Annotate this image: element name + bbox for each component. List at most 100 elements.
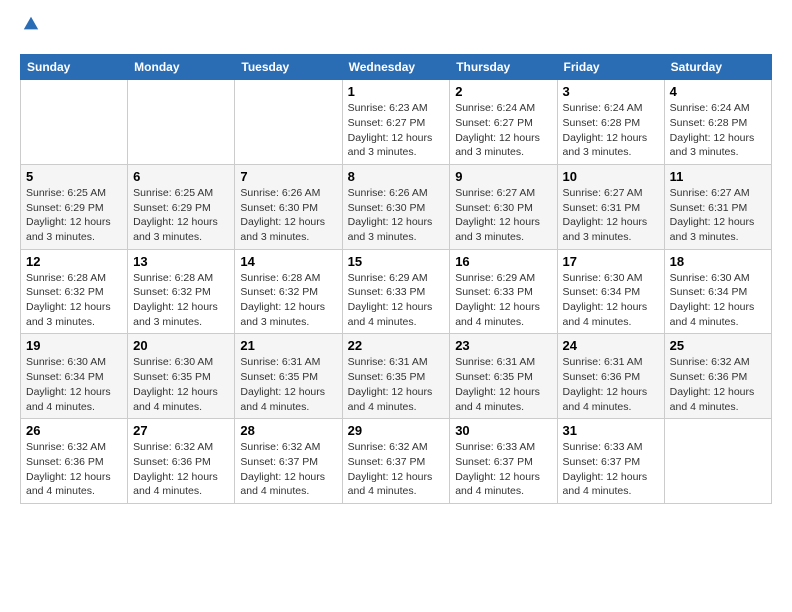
calendar-cell: 20 Sunrise: 6:30 AMSunset: 6:35 PMDayligh… — [128, 334, 235, 419]
calendar-cell: 27 Sunrise: 6:32 AMSunset: 6:36 PMDayligh… — [128, 419, 235, 504]
logo-icon — [22, 15, 40, 33]
calendar-cell — [235, 80, 342, 165]
day-info: Sunrise: 6:24 AMSunset: 6:27 PMDaylight:… — [455, 101, 551, 160]
calendar-cell: 31 Sunrise: 6:33 AMSunset: 6:37 PMDayligh… — [557, 419, 664, 504]
calendar-cell: 25 Sunrise: 6:32 AMSunset: 6:36 PMDayligh… — [664, 334, 771, 419]
day-number: 10 — [563, 169, 659, 184]
day-number: 5 — [26, 169, 122, 184]
calendar-cell: 18 Sunrise: 6:30 AMSunset: 6:34 PMDayligh… — [664, 249, 771, 334]
calendar-cell: 28Sunrise: 6:32 AMSunset: 6:37 PMDayligh… — [235, 419, 342, 504]
day-number: 21 — [240, 338, 336, 353]
calendar-week-4: 19 Sunrise: 6:30 AMSunset: 6:34 PMDayligh… — [21, 334, 772, 419]
calendar-cell: 15 Sunrise: 6:29 AMSunset: 6:33 PMDayligh… — [342, 249, 450, 334]
calendar-cell: 12 Sunrise: 6:28 AMSunset: 6:32 PMDayligh… — [21, 249, 128, 334]
day-info: Sunrise: 6:29 AMSunset: 6:33 PMDaylight:… — [348, 271, 445, 330]
day-info: Sunrise: 6:27 AMSunset: 6:31 PMDaylight:… — [670, 186, 766, 245]
calendar-cell: 10 Sunrise: 6:27 AMSunset: 6:31 PMDayligh… — [557, 164, 664, 249]
weekday-header-row: SundayMondayTuesdayWednesdayThursdayFrid… — [21, 55, 772, 80]
day-info: Sunrise: 6:26 AMSunset: 6:30 PMDaylight:… — [240, 186, 336, 245]
calendar-cell: 24 Sunrise: 6:31 AMSunset: 6:36 PMDayligh… — [557, 334, 664, 419]
day-number: 30 — [455, 423, 551, 438]
day-number: 2 — [455, 84, 551, 99]
calendar-cell: 29 Sunrise: 6:32 AMSunset: 6:37 PMDayligh… — [342, 419, 450, 504]
day-number: 12 — [26, 254, 122, 269]
day-info: Sunrise: 6:31 AMSunset: 6:35 PMDaylight:… — [348, 355, 445, 414]
weekday-header-tuesday: Tuesday — [235, 55, 342, 80]
day-number: 22 — [348, 338, 445, 353]
day-number: 14 — [240, 254, 336, 269]
day-info: Sunrise: 6:24 AMSunset: 6:28 PMDaylight:… — [670, 101, 766, 160]
day-number: 19 — [26, 338, 122, 353]
calendar-cell: 5 Sunrise: 6:25 AMSunset: 6:29 PMDaylight… — [21, 164, 128, 249]
calendar-cell: 1Sunrise: 6:23 AMSunset: 6:27 PMDaylight… — [342, 80, 450, 165]
calendar-cell — [128, 80, 235, 165]
day-info: Sunrise: 6:25 AMSunset: 6:29 PMDaylight:… — [133, 186, 229, 245]
day-number: 16 — [455, 254, 551, 269]
day-number: 24 — [563, 338, 659, 353]
calendar-cell: 19 Sunrise: 6:30 AMSunset: 6:34 PMDayligh… — [21, 334, 128, 419]
weekday-header-thursday: Thursday — [450, 55, 557, 80]
day-info: Sunrise: 6:32 AMSunset: 6:36 PMDaylight:… — [670, 355, 766, 414]
weekday-header-friday: Friday — [557, 55, 664, 80]
day-info: Sunrise: 6:28 AMSunset: 6:32 PMDaylight:… — [133, 271, 229, 330]
weekday-header-sunday: Sunday — [21, 55, 128, 80]
calendar-cell: 2 Sunrise: 6:24 AMSunset: 6:27 PMDaylight… — [450, 80, 557, 165]
day-number: 29 — [348, 423, 445, 438]
weekday-header-monday: Monday — [128, 55, 235, 80]
calendar-cell: 13Sunrise: 6:28 AMSunset: 6:32 PMDayligh… — [128, 249, 235, 334]
day-number: 27 — [133, 423, 229, 438]
day-number: 20 — [133, 338, 229, 353]
calendar-cell: 3 Sunrise: 6:24 AMSunset: 6:28 PMDaylight… — [557, 80, 664, 165]
day-info: Sunrise: 6:31 AMSunset: 6:35 PMDaylight:… — [455, 355, 551, 414]
day-info: Sunrise: 6:32 AMSunset: 6:37 PMDaylight:… — [348, 440, 445, 499]
day-info: Sunrise: 6:28 AMSunset: 6:32 PMDaylight:… — [26, 271, 122, 330]
day-info: Sunrise: 6:30 AMSunset: 6:34 PMDaylight:… — [26, 355, 122, 414]
day-info: Sunrise: 6:30 AMSunset: 6:35 PMDaylight:… — [133, 355, 229, 414]
calendar-cell: 6 Sunrise: 6:25 AMSunset: 6:29 PMDaylight… — [128, 164, 235, 249]
logo — [20, 16, 40, 40]
calendar-cell: 9Sunrise: 6:27 AMSunset: 6:30 PMDaylight… — [450, 164, 557, 249]
calendar-cell: 22 Sunrise: 6:31 AMSunset: 6:35 PMDayligh… — [342, 334, 450, 419]
day-info: Sunrise: 6:33 AMSunset: 6:37 PMDaylight:… — [563, 440, 659, 499]
day-info: Sunrise: 6:27 AMSunset: 6:30 PMDaylight:… — [455, 186, 551, 245]
day-info: Sunrise: 6:28 AMSunset: 6:32 PMDaylight:… — [240, 271, 336, 330]
calendar-cell: 26Sunrise: 6:32 AMSunset: 6:36 PMDayligh… — [21, 419, 128, 504]
day-info: Sunrise: 6:32 AMSunset: 6:36 PMDaylight:… — [133, 440, 229, 499]
day-number: 23 — [455, 338, 551, 353]
calendar-cell — [664, 419, 771, 504]
day-number: 7 — [240, 169, 336, 184]
day-number: 8 — [348, 169, 445, 184]
calendar-cell: 14 Sunrise: 6:28 AMSunset: 6:32 PMDayligh… — [235, 249, 342, 334]
calendar-week-1: 1Sunrise: 6:23 AMSunset: 6:27 PMDaylight… — [21, 80, 772, 165]
calendar-week-5: 26Sunrise: 6:32 AMSunset: 6:36 PMDayligh… — [21, 419, 772, 504]
day-info: Sunrise: 6:30 AMSunset: 6:34 PMDaylight:… — [563, 271, 659, 330]
day-info: Sunrise: 6:29 AMSunset: 6:33 PMDaylight:… — [455, 271, 551, 330]
calendar-cell: 8 Sunrise: 6:26 AMSunset: 6:30 PMDaylight… — [342, 164, 450, 249]
calendar-table: SundayMondayTuesdayWednesdayThursdayFrid… — [20, 54, 772, 504]
day-info: Sunrise: 6:31 AMSunset: 6:36 PMDaylight:… — [563, 355, 659, 414]
day-info: Sunrise: 6:24 AMSunset: 6:28 PMDaylight:… — [563, 101, 659, 160]
calendar-week-3: 12 Sunrise: 6:28 AMSunset: 6:32 PMDayligh… — [21, 249, 772, 334]
header — [20, 16, 772, 40]
calendar-cell: 16 Sunrise: 6:29 AMSunset: 6:33 PMDayligh… — [450, 249, 557, 334]
page-container: SundayMondayTuesdayWednesdayThursdayFrid… — [0, 0, 792, 516]
weekday-header-wednesday: Wednesday — [342, 55, 450, 80]
calendar-cell: 7 Sunrise: 6:26 AMSunset: 6:30 PMDaylight… — [235, 164, 342, 249]
calendar-cell: 23 Sunrise: 6:31 AMSunset: 6:35 PMDayligh… — [450, 334, 557, 419]
calendar-cell: 4Sunrise: 6:24 AMSunset: 6:28 PMDaylight… — [664, 80, 771, 165]
day-info: Sunrise: 6:27 AMSunset: 6:31 PMDaylight:… — [563, 186, 659, 245]
calendar-week-2: 5 Sunrise: 6:25 AMSunset: 6:29 PMDaylight… — [21, 164, 772, 249]
day-number: 31 — [563, 423, 659, 438]
day-info: Sunrise: 6:30 AMSunset: 6:34 PMDaylight:… — [670, 271, 766, 330]
calendar-cell: 11 Sunrise: 6:27 AMSunset: 6:31 PMDayligh… — [664, 164, 771, 249]
day-number: 6 — [133, 169, 229, 184]
day-number: 18 — [670, 254, 766, 269]
day-info: Sunrise: 6:26 AMSunset: 6:30 PMDaylight:… — [348, 186, 445, 245]
calendar-cell: 17Sunrise: 6:30 AMSunset: 6:34 PMDayligh… — [557, 249, 664, 334]
day-number: 3 — [563, 84, 659, 99]
day-number: 15 — [348, 254, 445, 269]
day-number: 25 — [670, 338, 766, 353]
day-number: 11 — [670, 169, 766, 184]
day-info: Sunrise: 6:25 AMSunset: 6:29 PMDaylight:… — [26, 186, 122, 245]
calendar-cell: 30Sunrise: 6:33 AMSunset: 6:37 PMDayligh… — [450, 419, 557, 504]
